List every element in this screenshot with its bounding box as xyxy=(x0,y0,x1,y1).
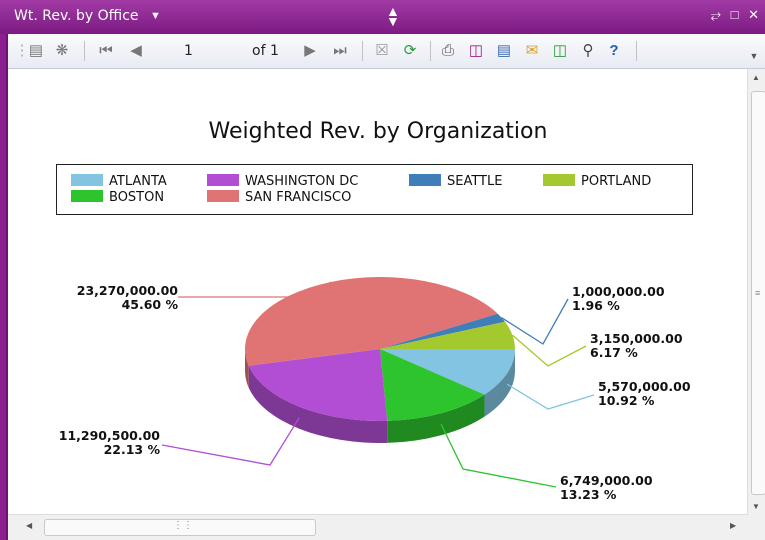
data-label-value: 11,290,500.00 xyxy=(58,428,160,443)
vertical-scrollbar[interactable]: ▲ ≡ ▼ xyxy=(747,69,765,515)
grip-icon: ≡ xyxy=(755,288,761,298)
title-dropdown-icon[interactable]: ▼ xyxy=(150,10,161,22)
export-icon[interactable]: ◫ xyxy=(550,41,570,61)
scroll-right-icon[interactable]: ▶ xyxy=(730,521,736,530)
leader-line-atlanta xyxy=(506,383,595,410)
last-page-icon[interactable]: ⏭ xyxy=(330,41,350,61)
scroll-left-icon[interactable]: ◀ xyxy=(26,521,32,530)
data-label-atlanta: 5,570,000.00 10.92 % xyxy=(598,380,691,408)
print-layout-icon[interactable]: ◫ xyxy=(466,41,486,61)
data-label-value: 23,270,000.00 xyxy=(76,283,178,298)
parameters-icon[interactable]: ❋ xyxy=(52,41,72,61)
data-label-percent: 6.17 % xyxy=(590,345,638,360)
document-map-icon[interactable]: ▤ xyxy=(26,41,46,61)
restore-icon[interactable]: ⥂ xyxy=(711,7,721,22)
maximize-icon[interactable]: □ xyxy=(731,7,739,22)
current-page-input[interactable]: 1 xyxy=(184,43,193,59)
scroll-down-icon[interactable]: ▼ xyxy=(752,502,760,511)
print-icon[interactable]: ⎙ xyxy=(438,41,458,61)
email-icon[interactable]: ✉ xyxy=(522,41,542,61)
move-updown-icon[interactable]: ▲ ▼ xyxy=(386,4,400,28)
close-icon[interactable]: ✕ xyxy=(748,7,759,22)
horizontal-scrollbar[interactable]: ◀ ⋮⋮ ▶ xyxy=(8,514,748,540)
next-page-icon[interactable]: ▶ xyxy=(300,41,320,61)
scroll-up-icon[interactable]: ▲ xyxy=(752,73,760,82)
refresh-icon[interactable]: ⟳ xyxy=(400,41,420,61)
data-label-percent: 13.23 % xyxy=(560,487,617,502)
data-label-percent: 45.60 % xyxy=(121,297,178,312)
vertical-scroll-thumb[interactable]: ≡ xyxy=(751,91,765,495)
scrollbar-corner xyxy=(748,515,765,540)
data-label-percent: 22.13 % xyxy=(103,442,160,457)
data-label-washington-dc: 11,290,500.00 22.13 % xyxy=(54,429,160,457)
grip-icon: ⋮⋮ xyxy=(173,520,193,531)
horizontal-scroll-thumb[interactable]: ⋮⋮ xyxy=(44,519,316,536)
leader-line-boston xyxy=(440,423,557,488)
data-label-value: 1,000,000.00 xyxy=(572,284,665,299)
find-icon[interactable]: ⚲ xyxy=(578,41,598,61)
data-label-san-francisco: 23,270,000.00 45.60 % xyxy=(72,284,178,312)
report-window: Wt. Rev. by Office ▼ ▲ ▼ ⥂ □ ✕ ⋮ ▤ ❋ ⏮ ◀ … xyxy=(0,0,765,540)
data-label-value: 3,150,000.00 xyxy=(590,331,683,346)
leader-line-washington-dc xyxy=(161,417,300,466)
data-label-portland: 3,150,000.00 6.17 % xyxy=(590,332,683,360)
report-viewer: ⋮ ▤ ❋ ⏮ ◀ 1 of 1 ▶ ⏭ ☒ ⟳ ⎙ ◫ ▤ ✉ ◫ ⚲ ? ▼… xyxy=(6,34,765,540)
page-setup-icon[interactable]: ▤ xyxy=(494,41,514,61)
data-label-percent: 10.92 % xyxy=(598,393,655,408)
help-icon[interactable]: ? xyxy=(604,41,624,61)
data-label-value: 6,749,000.00 xyxy=(560,473,653,488)
toolbar-overflow-icon[interactable]: ▼ xyxy=(744,46,764,66)
previous-page-icon[interactable]: ◀ xyxy=(126,41,146,61)
first-page-icon[interactable]: ⏮ xyxy=(96,41,116,61)
data-label-value: 5,570,000.00 xyxy=(598,379,691,394)
report-toolbar: ⋮ ▤ ❋ ⏮ ◀ 1 of 1 ▶ ⏭ ☒ ⟳ ⎙ ◫ ▤ ✉ ◫ ⚲ ? ▼ xyxy=(8,34,765,69)
data-label-seattle: 1,000,000.00 1.96 % xyxy=(572,285,665,313)
title-bar[interactable]: Wt. Rev. by Office ▼ ▲ ▼ ⥂ □ ✕ xyxy=(0,0,765,34)
report-canvas: Weighted Rev. by Organization ATLANTA WA… xyxy=(8,69,748,515)
window-title[interactable]: Wt. Rev. by Office xyxy=(14,8,139,24)
leader-line-portland xyxy=(512,334,587,367)
stop-icon[interactable]: ☒ xyxy=(372,41,392,61)
page-count-label: of 1 xyxy=(252,43,279,59)
data-label-boston: 6,749,000.00 13.23 % xyxy=(560,474,653,502)
data-label-percent: 1.96 % xyxy=(572,298,620,313)
